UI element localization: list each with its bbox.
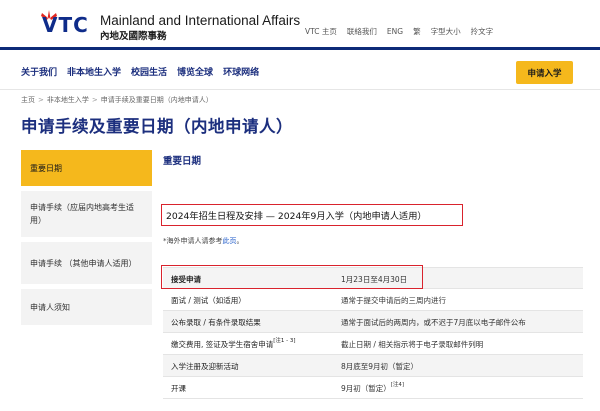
page-title: 申请手续及重要日期（内地申请人）	[21, 117, 293, 136]
nav-item-admission[interactable]: 非本地生入学	[67, 65, 121, 78]
sidebar-item-applicant-notes[interactable]: 申请人须知	[21, 289, 152, 325]
util-link-english[interactable]: ENG	[382, 27, 408, 36]
schedule-title-highlight: 2024年招生日程及安排 — 2024年9月入学（内地申请人适用）	[161, 204, 463, 226]
sidebar-item-label: 申请人须知	[30, 302, 70, 312]
util-link-font-size[interactable]: 字型大小	[426, 26, 466, 37]
utility-nav: VTC 主页 联絡我们 ENG 繁 字型大小 拎文字	[300, 26, 498, 37]
row-label: 公布录取 / 有条件录取结果	[171, 318, 261, 327]
nav-item-explore-world[interactable]: 博览全球	[177, 65, 213, 78]
breadcrumb-separator-icon: >	[38, 96, 44, 104]
table-row: 开课 9月初（暂定）[注4]	[163, 377, 583, 399]
org-name-zh: 內地及國際事務	[100, 31, 167, 42]
breadcrumb: 主页 > 非本地生入学 > 申请手续及重要日期（内地申请人）	[21, 95, 213, 105]
row-label: 入学注册及迎新活动	[171, 362, 239, 371]
row-value: 8月底至9月初（暂定）	[341, 362, 419, 371]
sidebar-item-label: 申请手续 （其他申请人适用）	[30, 258, 137, 268]
row-value-text: 9月初（暂定）	[341, 384, 391, 393]
org-name-en: Mainland and International Affairs	[100, 13, 301, 28]
util-link-vtc-home[interactable]: VTC 主页	[300, 26, 342, 37]
breadcrumb-separator-icon: >	[91, 96, 98, 104]
section-heading: 重要日期	[163, 156, 202, 167]
sidebar-item-important-dates[interactable]: 重要日期	[21, 150, 152, 186]
table-row: 面试 / 测试（如适用） 通常于提交申请后的三周内进行	[163, 289, 583, 311]
table-row: 入学注册及迎新活动 8月底至9月初（暂定）	[163, 355, 583, 377]
row-value: 截止日期 / 相关指示将于电子录取邮件列明	[341, 340, 484, 349]
sidebar-item-label: 申请手续（应届内地高考生适用）	[30, 203, 134, 225]
footnote-ref[interactable]: [注4]	[391, 382, 404, 388]
row-label: 缴交费用, 签证及学生宿舍申请[注1 - 3]	[171, 338, 296, 350]
row-label: 面试 / 测试（如适用）	[171, 296, 246, 305]
sidebar: 重要日期 申请手续（应届内地高考生适用） 申请手续 （其他申请人适用） 申请人须…	[21, 150, 152, 330]
row-value: 通常于提交申请后的三周内进行	[341, 296, 446, 305]
nav-item-about[interactable]: 关于我们	[21, 65, 57, 78]
table-row: 缴交费用, 签证及学生宿舍申请[注1 - 3] 截止日期 / 相关指示将于电子录…	[163, 333, 583, 355]
sidebar-item-label: 重要日期	[30, 163, 62, 173]
row-value: 9月初（暂定）[注4]	[341, 382, 404, 394]
util-link-text-only[interactable]: 拎文字	[466, 26, 499, 37]
table-row: 公布录取 / 有条件录取结果 通常于面试后的两周内，或不迟于7月底以电子邮件公布	[163, 311, 583, 333]
util-link-traditional[interactable]: 繁	[408, 26, 426, 37]
overseas-page-link[interactable]: 此页	[223, 237, 237, 245]
footnote-ref[interactable]: [注1 - 3]	[273, 338, 295, 344]
schedule-title: 2024年招生日程及安排 — 2024年9月入学（内地申请人适用）	[166, 211, 427, 222]
breadcrumb-current: 申请手续及重要日期（内地申请人）	[100, 96, 213, 104]
sidebar-item-procedure-others[interactable]: 申请手续 （其他申请人适用）	[21, 242, 152, 284]
util-link-contact[interactable]: 联絡我们	[342, 26, 382, 37]
overseas-note: *海外申请人请参考此页。	[163, 236, 244, 246]
breadcrumb-home[interactable]: 主页	[21, 95, 35, 105]
site-header: VTC Mainland and International Affairs 內…	[0, 0, 600, 48]
vtc-logo[interactable]: VTC	[42, 13, 89, 37]
row-label: 开课	[171, 384, 186, 393]
breadcrumb-admission[interactable]: 非本地生入学	[47, 95, 89, 105]
main-nav: 关于我们 非本地生入学 校园生活 博览全球 环球网络	[0, 50, 600, 90]
row-value: 通常于面试后的两周内，或不迟于7月底以电子邮件公布	[341, 318, 526, 327]
application-period-highlight	[161, 265, 423, 289]
nav-item-global-network[interactable]: 环球网络	[223, 65, 259, 78]
apply-button[interactable]: 申请入学	[516, 61, 573, 84]
note-prefix: *海外申请人请参考	[163, 237, 223, 245]
nav-item-campus-life[interactable]: 校园生活	[131, 65, 167, 78]
note-suffix: 。	[236, 237, 244, 245]
row-label-text: 缴交费用, 签证及学生宿舍申请	[171, 340, 274, 349]
sidebar-item-procedure-gaokao[interactable]: 申请手续（应届内地高考生适用）	[21, 191, 152, 237]
